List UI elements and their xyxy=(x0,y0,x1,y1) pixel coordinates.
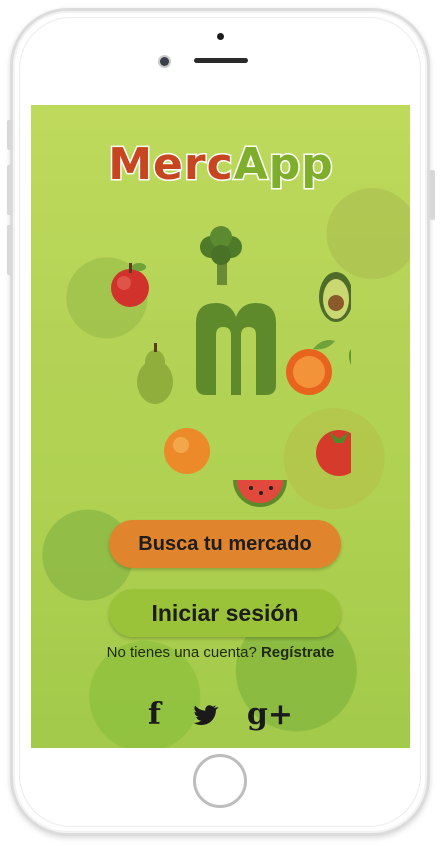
carrot-icon xyxy=(348,349,351,366)
front-sensor xyxy=(217,33,224,40)
earpiece-speaker xyxy=(194,58,248,63)
volume-down-button-2 xyxy=(7,225,12,275)
social-login-bar: f g+ xyxy=(31,697,410,739)
tomato-icon xyxy=(316,430,351,476)
signup-prompt: No tienes una cuenta? Regístrate xyxy=(31,644,410,661)
google-plus-icon[interactable]: g+ xyxy=(247,697,293,739)
twitter-icon[interactable] xyxy=(189,697,219,739)
volume-up-button xyxy=(7,120,12,150)
search-market-button[interactable]: Busca tu mercado xyxy=(109,520,341,568)
app-logo: MercApp xyxy=(81,135,361,195)
logo-text-merc: Merc xyxy=(107,138,234,192)
pear-icon xyxy=(137,343,173,404)
avocado-icon xyxy=(319,272,351,322)
home-button[interactable] xyxy=(193,754,247,808)
app-screen: MercApp Busca tu mercado Iniciar sesión … xyxy=(31,105,410,748)
facebook-icon[interactable]: f xyxy=(148,697,161,739)
watermelon-icon xyxy=(233,480,287,507)
volume-down-button xyxy=(7,165,12,215)
m-letter-icon xyxy=(196,303,276,395)
apple-icon xyxy=(111,263,149,307)
signup-prompt-text: No tienes una cuenta? xyxy=(106,644,257,661)
broccoli-icon xyxy=(200,226,242,285)
produce-illustration xyxy=(111,226,351,507)
front-camera xyxy=(160,57,169,66)
login-button[interactable]: Iniciar sesión xyxy=(109,589,341,637)
logo-text-app: App xyxy=(232,138,334,192)
power-button xyxy=(430,170,435,220)
signup-link[interactable]: Regístrate xyxy=(261,644,334,661)
orange-icon xyxy=(286,340,335,395)
orange-fruit-icon xyxy=(164,428,210,474)
